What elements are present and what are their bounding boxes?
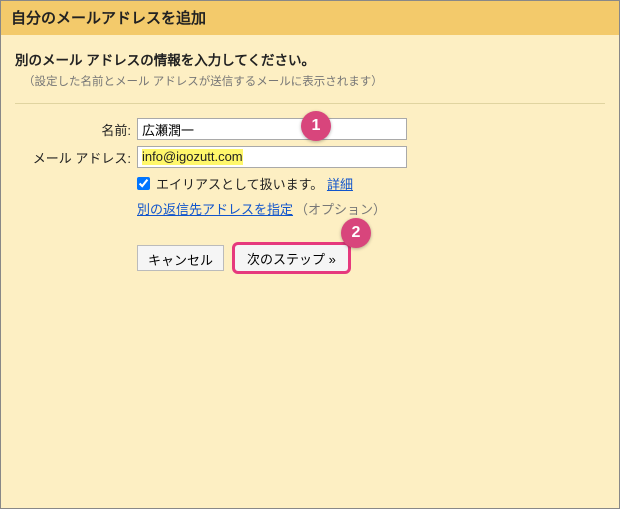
subheader-note: （設定した名前とメール アドレスが送信するメールに表示されます） xyxy=(15,73,605,89)
subheader-main: 別のメール アドレスの情報を入力してください。 xyxy=(15,49,605,69)
subheader: 別のメール アドレスの情報を入力してください。 （設定した名前とメール アドレス… xyxy=(1,35,619,93)
button-bar: キャンセル 次のステップ » xyxy=(15,242,605,274)
alias-checkbox[interactable] xyxy=(137,177,150,190)
replyto-row: 別の返信先アドレスを指定 （オプション） xyxy=(15,199,605,218)
alias-row: エイリアスとして扱います。 詳細 xyxy=(15,174,605,193)
next-step-button[interactable]: 次のステップ » xyxy=(232,242,351,274)
email-row: メール アドレス: info@igozutt.com xyxy=(15,146,605,168)
callout-2: 2 xyxy=(341,218,371,248)
replyto-link[interactable]: 別の返信先アドレスを指定 xyxy=(137,199,293,218)
email-input[interactable]: info@igozutt.com xyxy=(137,146,407,168)
name-label: 名前: xyxy=(15,120,137,139)
callout-1: 1 xyxy=(301,111,331,141)
alias-label: エイリアスとして扱います。 xyxy=(156,174,323,193)
dialog-window: 自分のメールアドレスを追加 別のメール アドレスの情報を入力してください。 （設… xyxy=(0,0,620,509)
cancel-button[interactable]: キャンセル xyxy=(137,245,224,271)
replyto-optional: （オプション） xyxy=(295,199,386,218)
name-input[interactable] xyxy=(137,118,407,140)
dialog-title: 自分のメールアドレスを追加 xyxy=(1,1,619,35)
alias-detail-link[interactable]: 詳細 xyxy=(327,174,353,193)
email-value: info@igozutt.com xyxy=(142,149,243,165)
email-label: メール アドレス: xyxy=(15,148,137,167)
